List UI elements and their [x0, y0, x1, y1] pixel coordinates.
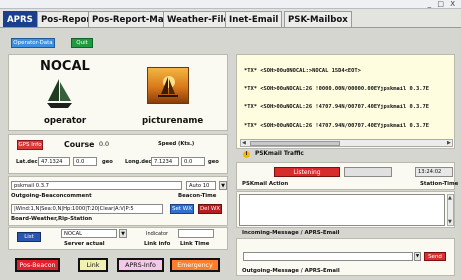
- callsign-label: NOCAL: [40, 59, 90, 74]
- incoming-label: Incoming-Message / APRS-Email: [242, 230, 340, 236]
- beacon-comment-input[interactable]: pskmail 0.3.7: [11, 181, 182, 190]
- link-time-label: Link Time: [180, 241, 210, 247]
- scrollbar-thumb[interactable]: [250, 141, 340, 146]
- traffic-hscrollbar[interactable]: [240, 139, 453, 147]
- beacon-interval-select[interactable]: Auto 10: [186, 181, 216, 190]
- link-time-field: [178, 229, 214, 238]
- pos-beacon-button[interactable]: Pos-Beacon: [15, 258, 60, 272]
- traffic-label: PSKmail Traffic: [255, 151, 304, 157]
- tab-bar: APRS Pos-Report Pos-Report-Map Weather-F…: [0, 9, 461, 28]
- outgoing-chevron-down-icon[interactable]: ▼: [414, 252, 421, 261]
- server-select[interactable]: NOCAL: [61, 229, 117, 238]
- emergency-button[interactable]: Emergency: [170, 258, 220, 272]
- aprs-info-button[interactable]: APRS-Info: [117, 258, 164, 272]
- beacon-time-label: Beacon-Time: [178, 193, 217, 199]
- course-label: Course: [64, 140, 95, 149]
- lon-label: Long.deci: [125, 159, 154, 165]
- lat-minutes-field[interactable]: 0.0: [73, 157, 97, 166]
- tab-psk-mailbox[interactable]: PSK-Mailbox: [284, 11, 352, 27]
- lon-unit: geo: [208, 159, 219, 165]
- pskmail-action-label: PSKmail Action: [242, 181, 289, 187]
- picture-label: picturename: [142, 116, 204, 126]
- link-button[interactable]: Link: [78, 258, 108, 272]
- tab-aprs[interactable]: APRS: [3, 11, 37, 27]
- station-picture: [147, 67, 189, 104]
- scroll-left-icon[interactable]: ◀: [242, 140, 246, 146]
- lat-unit: geo: [102, 159, 113, 165]
- operator-label: operator: [44, 116, 87, 126]
- traffic-line: *TX* <SOH>00u0NOCAL:>NOCAL 15D4<EOT>: [244, 68, 361, 74]
- traffic-line: *TX* <SOH>00uNOCAL:26 !0000.00N/00000.00…: [244, 86, 429, 92]
- operator-data-button[interactable]: Operator-Data: [11, 38, 55, 48]
- scroll-down-icon[interactable]: ▼: [448, 219, 452, 225]
- action-field: [344, 167, 392, 177]
- lat-label: Lat.deci: [16, 159, 40, 165]
- tab-pos-report-map[interactable]: Pos-Report-Map: [88, 11, 174, 27]
- send-button[interactable]: Send: [424, 252, 446, 261]
- window-controls[interactable]: _ □ X: [428, 0, 457, 8]
- outgoing-beacon-label: Outgoing-Beaconcomment: [11, 193, 92, 199]
- server-chevron-down-icon[interactable]: ▼: [119, 229, 127, 238]
- list-button[interactable]: List: [17, 232, 41, 242]
- info-icon: i: [243, 151, 250, 158]
- scroll-right-icon[interactable]: ▶: [447, 140, 451, 146]
- sailboat-icon: [47, 79, 72, 108]
- lat-field[interactable]: 47.1324: [38, 157, 70, 166]
- incoming-message-area[interactable]: [239, 194, 445, 226]
- scroll-up-icon[interactable]: ▲: [448, 195, 452, 201]
- outgoing-label: Outgoing-Message / APRS-Email: [242, 268, 340, 274]
- gps-info-button[interactable]: GPS Info: [17, 140, 43, 150]
- window-titlebar: [0, 0, 461, 9]
- link-info-label: Link info: [144, 241, 171, 247]
- lon-field[interactable]: 7.1234: [151, 157, 179, 166]
- station-time-label: Station-Time: [420, 181, 459, 187]
- outgoing-message-input[interactable]: [243, 252, 413, 261]
- server-value: NOCAL: [64, 231, 83, 237]
- server-actual-label: Server actual: [64, 241, 105, 247]
- traffic-line: *TX* <SOH>00uNOCAL:26 !4707.94N/00707.40…: [244, 104, 429, 110]
- tab-inet-email[interactable]: Inet-Email: [225, 11, 283, 27]
- speed-label: Speed (Kts.): [158, 141, 195, 147]
- course-value: 0.0: [99, 141, 110, 148]
- traffic-line: *TX* <SOH>00uNOCAL:26 !4707.94N/00707.40…: [244, 123, 429, 129]
- listening-indicator: Listening: [274, 167, 340, 177]
- lon-minutes-field[interactable]: 0.0: [181, 157, 205, 166]
- indicator-label: Indicator: [146, 231, 169, 237]
- set-wx-button[interactable]: Set WX: [170, 204, 194, 214]
- station-time-field: 13:24:02: [415, 167, 453, 177]
- board-weather-label: Board-Weather,Rip-Station: [11, 216, 93, 222]
- quit-button[interactable]: Quit: [71, 38, 93, 48]
- sunset-boat-icon: [158, 76, 178, 97]
- weather-string-input[interactable]: |Wind:1,N|Sea:0,N|Hp:1000|T:20|Clear|A:V…: [11, 204, 163, 214]
- chevron-down-icon[interactable]: ▼: [219, 181, 227, 190]
- beacon-interval-value: Auto 10: [189, 183, 210, 189]
- del-wx-button[interactable]: Del WX: [198, 204, 222, 214]
